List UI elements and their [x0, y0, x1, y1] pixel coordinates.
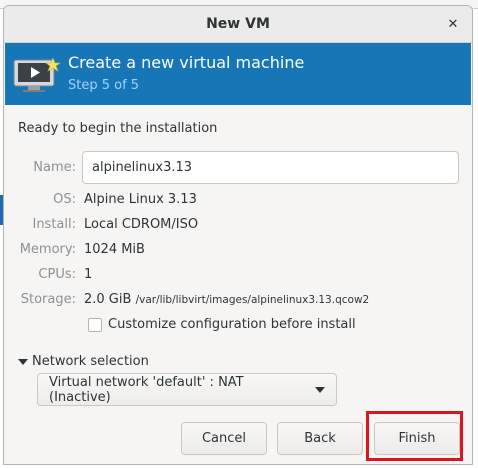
- banner-title: Create a new virtual machine: [68, 53, 305, 72]
- memory-label: Memory:: [19, 242, 76, 257]
- name-input[interactable]: alpinelinux3.13: [82, 151, 459, 184]
- banner-step: Step 5 of 5: [68, 78, 140, 93]
- customize-checkbox[interactable]: [88, 317, 102, 332]
- memory-value: 1024 MiB: [84, 242, 145, 257]
- storage-size: 2.0 GiB: [84, 292, 132, 307]
- cpus-label: CPUs:: [38, 267, 76, 282]
- close-icon[interactable]: ✕: [442, 13, 464, 35]
- network-selection-expander[interactable]: Network selection: [18, 354, 149, 369]
- chevron-down-icon: [315, 386, 325, 393]
- wizard-banner: Create a new virtual machine Step 5 of 5: [5, 43, 471, 105]
- name-input-value: alpinelinux3.13: [92, 160, 193, 175]
- storage-path: /var/lib/libvirt/images/alpinelinux3.13.…: [135, 294, 370, 306]
- window-title: New VM: [206, 16, 270, 32]
- install-label: Install:: [32, 217, 76, 232]
- storage-value: 2.0 GiB /var/lib/libvirt/images/alpineli…: [84, 292, 369, 307]
- install-value: Local CDROM/ISO: [84, 217, 199, 232]
- cancel-button[interactable]: Cancel: [181, 422, 267, 455]
- triangle-down-icon: [18, 358, 28, 365]
- new-vm-dialog: New VM ✕ Create a new virtual machine St…: [3, 5, 473, 465]
- vm-monitor-icon: [13, 58, 61, 92]
- os-value: Alpine Linux 3.13: [84, 192, 197, 207]
- name-label: Name:: [33, 160, 76, 175]
- customize-checkbox-label[interactable]: Customize configuration before install: [108, 317, 356, 332]
- summary-heading: Ready to begin the installation: [18, 121, 218, 136]
- back-button[interactable]: Back: [277, 422, 363, 455]
- storage-label: Storage:: [20, 292, 76, 307]
- network-dropdown[interactable]: Virtual network 'default' : NAT (Inactiv…: [37, 373, 337, 406]
- finish-button[interactable]: Finish: [374, 422, 460, 455]
- titlebar: New VM ✕: [4, 6, 472, 43]
- os-label: OS:: [53, 192, 76, 207]
- cpus-value: 1: [84, 267, 93, 282]
- customize-checkbox-row[interactable]: Customize configuration before install: [88, 317, 356, 332]
- network-selection-label: Network selection: [32, 354, 149, 369]
- network-dropdown-value: Virtual network 'default' : NAT (Inactiv…: [49, 374, 244, 405]
